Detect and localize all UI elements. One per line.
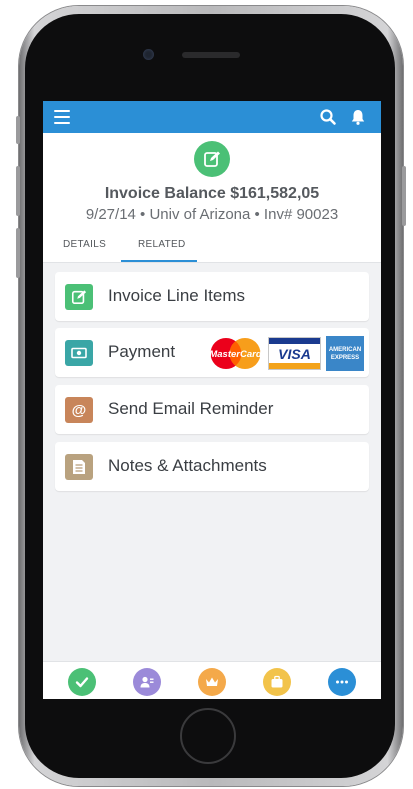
edit-icon — [194, 141, 230, 177]
notification-bell-icon[interactable] — [349, 108, 367, 126]
top-app-bar — [43, 101, 381, 133]
amex-text-line2: EXPRESS — [330, 355, 360, 361]
front-camera — [143, 49, 154, 60]
search-icon[interactable] — [319, 108, 337, 126]
check-icon[interactable] — [68, 668, 96, 696]
mute-switch — [16, 116, 20, 144]
related-item-label: Send Email Reminder — [108, 399, 274, 418]
related-item-send-email-reminder[interactable]: @ Send Email Reminder — [55, 385, 369, 434]
at-icon: @ — [65, 397, 93, 423]
related-item-notes-attachments[interactable]: Notes & Attachments — [55, 442, 369, 491]
related-item-label: Payment — [108, 342, 176, 361]
mastercard-logo: MasterCard — [209, 338, 262, 369]
volume-down-button — [16, 228, 20, 278]
volume-up-button — [16, 166, 20, 216]
app-screen: Invoice Balance $161,582,05 9/27/14 • Un… — [43, 101, 381, 699]
crown-icon[interactable] — [198, 668, 226, 696]
record-header: Invoice Balance $161,582,05 9/27/14 • Un… — [43, 133, 381, 263]
bottom-navigation — [43, 661, 381, 699]
svg-text:@: @ — [72, 402, 87, 418]
note-icon — [65, 454, 93, 480]
home-button[interactable] — [180, 708, 236, 764]
earpiece-speaker — [182, 52, 240, 58]
money-icon — [65, 340, 93, 366]
tab-related[interactable]: RELATED — [138, 239, 185, 250]
edit-icon — [65, 284, 93, 310]
menu-icon[interactable] — [54, 110, 70, 124]
related-item-invoice-line-items[interactable]: Invoice Line Items — [55, 272, 369, 321]
visa-logo: VISA — [268, 337, 321, 370]
briefcase-icon[interactable] — [263, 668, 291, 696]
power-button — [402, 166, 406, 226]
related-item-label: Notes & Attachments — [108, 456, 267, 475]
more-icon[interactable] — [328, 668, 356, 696]
american-express-logo: AMERICAN EXPRESS — [326, 336, 364, 371]
contact-icon[interactable] — [133, 668, 161, 696]
invoice-balance-title: Invoice Balance $161,582,05 — [104, 185, 320, 202]
tab-details[interactable]: DETAILS — [63, 239, 106, 250]
related-item-payment[interactable]: Payment MasterCard VISA AMERICAN EXPRESS — [55, 328, 369, 377]
related-item-label: Invoice Line Items — [108, 286, 246, 305]
amex-text-line1: AMERICAN — [328, 347, 362, 353]
active-tab-indicator — [121, 260, 197, 262]
visa-text: VISA — [278, 346, 311, 362]
mastercard-text: MasterCard — [209, 349, 261, 360]
invoice-subtitle: 9/27/14 • Univ of Arizona • Inv# 90023 — [85, 206, 339, 223]
